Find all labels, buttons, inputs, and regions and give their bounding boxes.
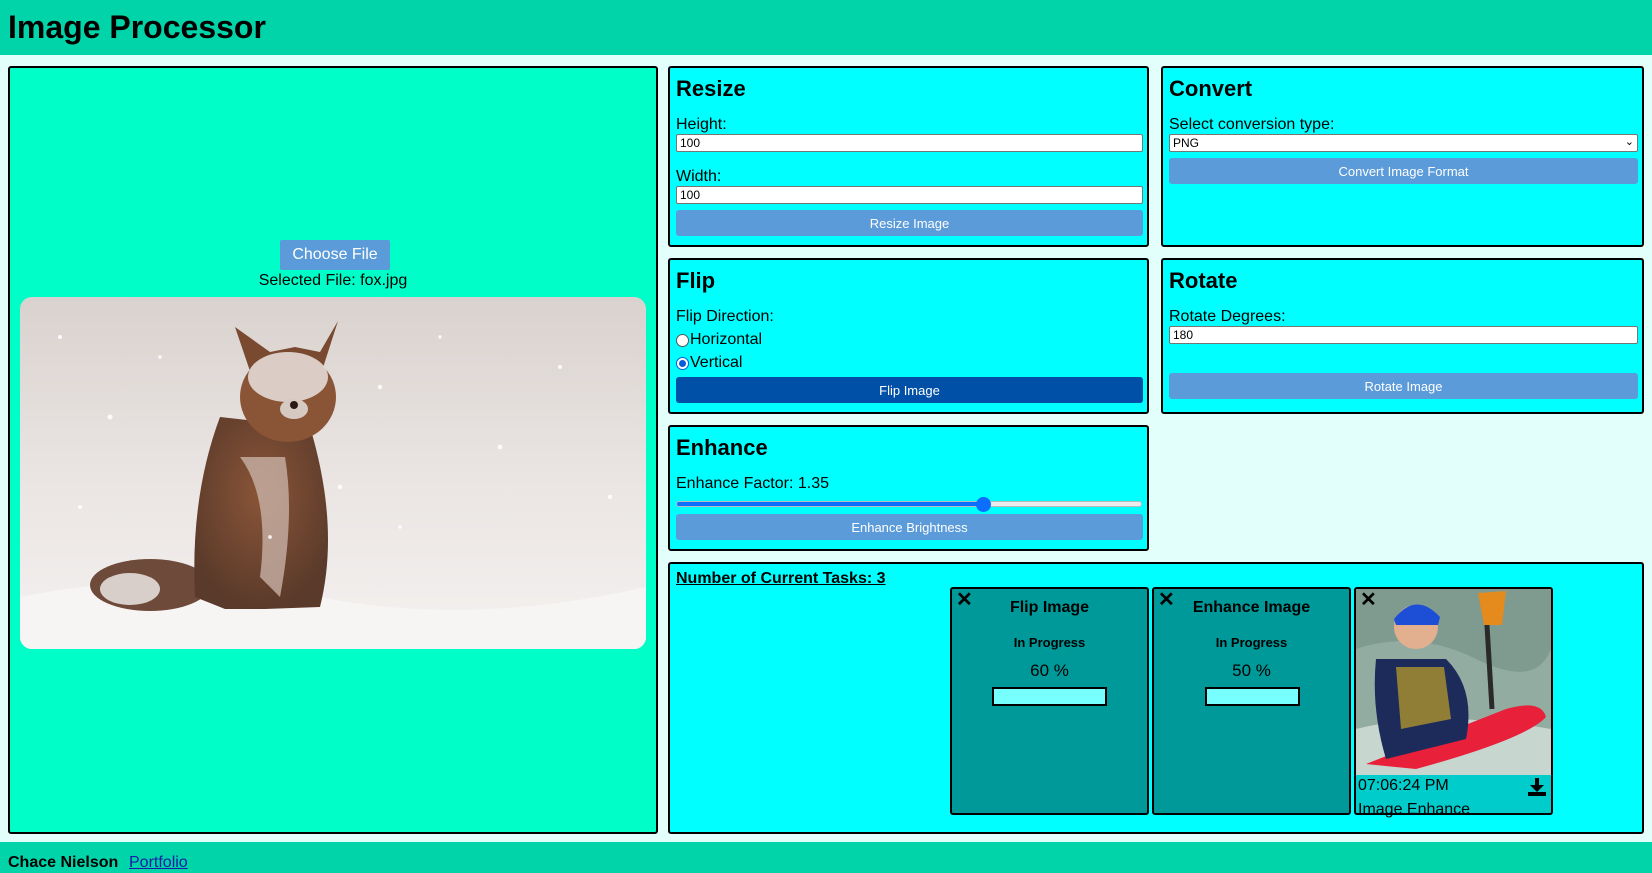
footer: Chace Nielson Portfolio	[0, 842, 1652, 873]
rotate-title: Rotate	[1169, 268, 1238, 293]
enhance-card: Enhance Enhance Factor: 1.35 Enhance Bri…	[668, 425, 1149, 551]
rotate-degrees-label: Rotate Degrees:	[1169, 308, 1286, 325]
radio-unchecked-icon	[676, 333, 689, 347]
footer-author: Chace Nielson	[8, 854, 119, 871]
upload-panel: Choose File Selected File: fox.jpg	[8, 66, 658, 834]
task-percent: 50 %	[1232, 661, 1271, 680]
task-count-label: Number of Current Tasks: 3	[676, 570, 886, 587]
rotate-button[interactable]: Rotate Image	[1169, 373, 1638, 399]
app-title: Image Processor	[8, 9, 266, 45]
convert-card: Convert Select conversion type: PNG ⌄ Co…	[1161, 66, 1644, 247]
flip-horizontal-label: Horizontal	[690, 331, 763, 348]
conversion-type-select[interactable]: PNG ⌄	[1169, 134, 1638, 152]
task-status: In Progress	[1215, 635, 1288, 650]
task-title: Flip Image	[1009, 599, 1090, 616]
task-progress-bar	[992, 687, 1107, 706]
task-completed-name: Image Enhance	[1358, 801, 1471, 818]
preview-image	[20, 297, 646, 649]
flip-title: Flip	[676, 268, 716, 293]
task-card-complete: ✕ 07:06:24 PM Image Enhance	[1354, 587, 1553, 818]
task-card-flip: ✕ Flip Image In Progress 60 %	[950, 587, 1149, 815]
selected-file-label: Selected File: fox.jpg	[258, 272, 408, 289]
enhance-button[interactable]: Enhance Brightness	[676, 514, 1143, 540]
app-header: Image Processor	[0, 0, 1652, 55]
task-progress-bar	[1205, 687, 1300, 706]
enhance-factor-slider[interactable]	[676, 497, 1142, 512]
width-input[interactable]: 100	[676, 186, 1143, 204]
resize-card: Resize Height: 100 Width: 100 Resize Ima…	[668, 66, 1149, 247]
height-input[interactable]: 100	[676, 134, 1143, 152]
radio-checked-icon	[676, 356, 689, 370]
flip-direction-label: Flip Direction:	[676, 308, 774, 325]
enhance-title: Enhance	[676, 435, 768, 460]
enhance-factor-label: Enhance Factor: 1.35	[676, 475, 829, 492]
width-label: Width:	[676, 168, 722, 185]
conversion-type-label: Select conversion type:	[1169, 116, 1335, 133]
portfolio-link[interactable]: Portfolio	[129, 854, 188, 872]
result-thumbnail[interactable]	[1356, 589, 1551, 775]
convert-button[interactable]: Convert Image Format	[1169, 158, 1638, 184]
flip-button[interactable]: Flip Image	[676, 377, 1143, 403]
convert-title: Convert	[1169, 76, 1253, 101]
flip-vertical-label: Vertical	[690, 354, 743, 371]
task-percent: 60 %	[1030, 661, 1069, 680]
slider-thumb[interactable]	[976, 497, 992, 512]
height-label: Height:	[676, 116, 727, 133]
close-icon[interactable]: ✕	[1360, 587, 1377, 612]
download-icon[interactable]	[1527, 777, 1547, 802]
tasks-panel: Number of Current Tasks: 3 ✕ Flip Image …	[668, 562, 1644, 834]
flip-vertical-radio[interactable]: Vertical	[676, 354, 742, 372]
flip-horizontal-radio[interactable]: Horizontal	[676, 331, 762, 349]
task-completed-time: 07:06:24 PM	[1358, 777, 1449, 794]
resize-title: Resize	[676, 76, 746, 101]
rotate-degrees-input[interactable]: 180	[1169, 326, 1638, 344]
task-status: In Progress	[1013, 635, 1086, 650]
flip-card: Flip Flip Direction: Horizontal Vertical…	[668, 258, 1149, 414]
conversion-type-value: PNG	[1173, 136, 1200, 150]
chevron-down-icon: ⌄	[1624, 136, 1634, 148]
task-card-enhance: ✕ Enhance Image In Progress 50 %	[1152, 587, 1351, 815]
slider-fill	[677, 502, 984, 506]
rotate-card: Rotate Rotate Degrees: 180 Rotate Image	[1161, 258, 1644, 414]
resize-button[interactable]: Resize Image	[676, 210, 1143, 236]
choose-file-button[interactable]: Choose File	[280, 240, 390, 270]
task-title: Enhance Image	[1192, 599, 1311, 616]
